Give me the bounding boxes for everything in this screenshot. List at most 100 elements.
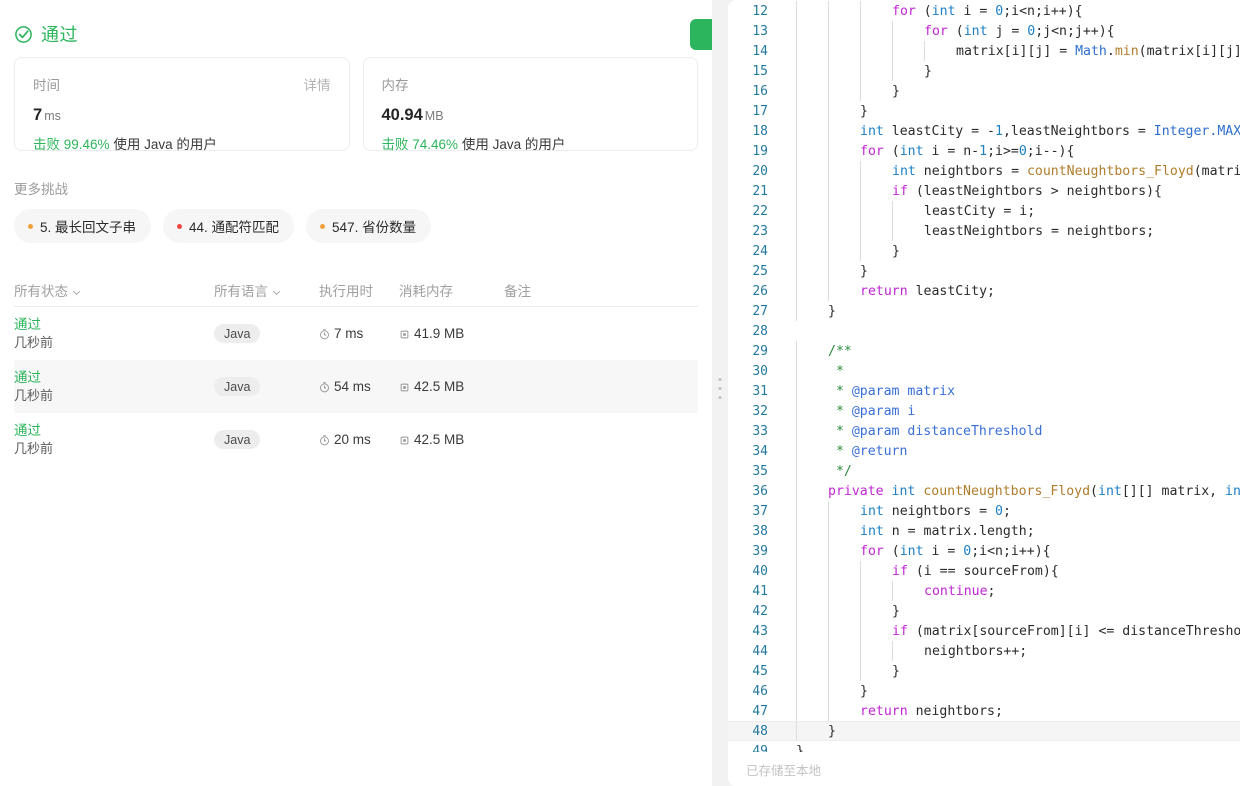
- code-line[interactable]: 28: [728, 321, 1240, 341]
- submission-result-panel: 通过 时间 详情 7ms 击败 99.46% 使用 Java 的用户 内存 40…: [0, 0, 712, 786]
- code-line[interactable]: 48}: [728, 721, 1240, 741]
- code-token: neightbors;: [916, 704, 1003, 719]
- row-language-cell: Java: [214, 324, 319, 343]
- code-line[interactable]: 15}: [728, 61, 1240, 81]
- runtime-detail-link[interactable]: 详情: [304, 74, 331, 94]
- code-line[interactable]: 42}: [728, 601, 1240, 621]
- code-line[interactable]: 19for (int i = n-1;i>=0;i--){: [728, 141, 1240, 161]
- code-line-text: private int countNeughtbors_Floyd(int[][…: [780, 484, 1240, 499]
- code-line[interactable]: 23leastNeightbors = neightbors;: [728, 221, 1240, 241]
- indent-guides: [728, 741, 1240, 752]
- code-token: if: [892, 564, 916, 579]
- code-line[interactable]: 36private int countNeughtbors_Floyd(int[…: [728, 481, 1240, 501]
- line-number: 41: [728, 584, 780, 599]
- submissions-table-header: 所有状态 所有语言 执行用时 消耗内存 备注: [14, 273, 698, 307]
- filter-status[interactable]: 所有状态: [14, 280, 214, 300]
- code-line[interactable]: 31 * @param matrix: [728, 381, 1240, 401]
- code-line[interactable]: 49}: [728, 741, 1240, 752]
- code-line[interactable]: 22leastCity = i;: [728, 201, 1240, 221]
- code-token: neightbors =: [916, 164, 1027, 179]
- row-status-cell: 通过几秒前: [14, 422, 214, 458]
- code-line[interactable]: 34 * @return: [728, 441, 1240, 461]
- code-line[interactable]: 18int leastCity = -1,leastNeightbors = I…: [728, 121, 1240, 141]
- table-row[interactable]: 通过几秒前Java54 ms42.5 MB: [14, 360, 698, 413]
- code-line[interactable]: 20int neightbors = countNeughtbors_Floyd…: [728, 161, 1240, 181]
- run-code-button[interactable]: [690, 19, 712, 50]
- code-token: neightbors++;: [924, 644, 1027, 659]
- code-line[interactable]: 39for (int i = 0;i<n;i++){: [728, 541, 1240, 561]
- code-line[interactable]: 43if (matrix[sourceFrom][i] <= distanceT…: [728, 621, 1240, 641]
- code-token: 0: [995, 504, 1003, 519]
- code-line[interactable]: 30 *: [728, 361, 1240, 381]
- code-line[interactable]: 46}: [728, 681, 1240, 701]
- code-token: *: [828, 404, 852, 419]
- code-line[interactable]: 13for (int j = 0;j<n;j++){: [728, 21, 1240, 41]
- code-line[interactable]: 33 * @param distanceThreshold: [728, 421, 1240, 441]
- code-line[interactable]: 38int n = matrix.length;: [728, 521, 1240, 541]
- runtime-beat-pct: 99.46%: [64, 137, 110, 152]
- code-line[interactable]: 17}: [728, 101, 1240, 121]
- code-line-text: if (leastNeightbors > neightbors){: [780, 184, 1162, 199]
- row-status-link[interactable]: 通过: [14, 422, 214, 440]
- code-line[interactable]: 21if (leastNeightbors > neightbors){: [728, 181, 1240, 201]
- code-line[interactable]: 16}: [728, 81, 1240, 101]
- code-line[interactable]: 41continue;: [728, 581, 1240, 601]
- code-line[interactable]: 45}: [728, 661, 1240, 681]
- runtime-value: 7ms: [33, 106, 331, 125]
- code-token: 0: [963, 544, 971, 559]
- code-line[interactable]: 29/**: [728, 341, 1240, 361]
- table-row[interactable]: 通过几秒前Java7 ms41.9 MB: [14, 307, 698, 360]
- code-line-text: return neightbors;: [780, 704, 1003, 719]
- code-token: Math: [1075, 44, 1107, 59]
- filter-language[interactable]: 所有语言: [214, 280, 319, 300]
- row-status-link[interactable]: 通过: [14, 316, 214, 334]
- code-line-text: }: [780, 604, 900, 619]
- code-line-text: */: [780, 464, 852, 479]
- code-line[interactable]: 12for (int i = 0;i<n;i++){: [728, 1, 1240, 21]
- code-line-text: matrix[i][j] = Math.min(matrix[i][j],ma: [780, 44, 1240, 59]
- submission-status: 通过: [0, 0, 712, 46]
- challenge-chip[interactable]: 547. 省份数量: [306, 209, 431, 243]
- code-token: [][] matrix,: [1122, 484, 1225, 499]
- code-line[interactable]: 14matrix[i][j] = Math.min(matrix[i][j],m…: [728, 41, 1240, 61]
- code-token: 1: [995, 124, 1003, 139]
- code-line[interactable]: 26return leastCity;: [728, 281, 1240, 301]
- code-line[interactable]: 27}: [728, 301, 1240, 321]
- code-editor-content[interactable]: 12for (int i = 0;i<n;i++){13for (int j =…: [728, 0, 1240, 752]
- language-badge: Java: [214, 324, 260, 343]
- panel-splitter[interactable]: [712, 0, 728, 786]
- code-token: int: [860, 504, 884, 519]
- row-status-link[interactable]: 通过: [14, 369, 214, 387]
- line-number: 37: [728, 504, 780, 519]
- code-line-text: int neightbors = countNeughtbors_Floyd(m…: [780, 164, 1240, 179]
- line-number: 16: [728, 84, 780, 99]
- code-line[interactable]: 37int neightbors = 0;: [728, 501, 1240, 521]
- code-line-text: for (int j = 0;j<n;j++){: [780, 24, 1115, 39]
- code-line[interactable]: 44neightbors++;: [728, 641, 1240, 661]
- code-line[interactable]: 25}: [728, 261, 1240, 281]
- code-line-text: int leastCity = -1,leastNeightbors = Int…: [780, 124, 1240, 139]
- code-token: if: [892, 624, 916, 639]
- splitter-grip-icon[interactable]: [719, 378, 722, 399]
- code-token: leastCity;: [916, 284, 995, 299]
- code-line[interactable]: 24}: [728, 241, 1240, 261]
- code-line[interactable]: 35 */: [728, 461, 1240, 481]
- code-token: 0: [1019, 144, 1027, 159]
- code-token: return: [860, 284, 916, 299]
- table-row[interactable]: 通过几秒前Java20 ms42.5 MB: [14, 413, 698, 466]
- code-line-text: for (int i = 0;i<n;i++){: [780, 544, 1051, 559]
- line-number: 49: [728, 744, 780, 753]
- code-token: ;j<n;j++){: [1035, 24, 1114, 39]
- code-line[interactable]: 40if (i == sourceFrom){: [728, 561, 1240, 581]
- runtime-beat-prefix: 击败: [33, 137, 60, 152]
- row-memory-cell: 42.5 MB: [399, 379, 504, 394]
- code-token: int: [860, 124, 884, 139]
- challenge-chip[interactable]: 5. 最长回文子串: [14, 209, 151, 243]
- row-status-cell: 通过几秒前: [14, 316, 214, 352]
- code-line[interactable]: 47return neightbors;: [728, 701, 1240, 721]
- code-line[interactable]: 32 * @param i: [728, 401, 1240, 421]
- line-number: 34: [728, 444, 780, 459]
- difficulty-dot-icon: [177, 224, 182, 229]
- line-number: 19: [728, 144, 780, 159]
- challenge-chip[interactable]: 44. 通配符匹配: [163, 209, 294, 243]
